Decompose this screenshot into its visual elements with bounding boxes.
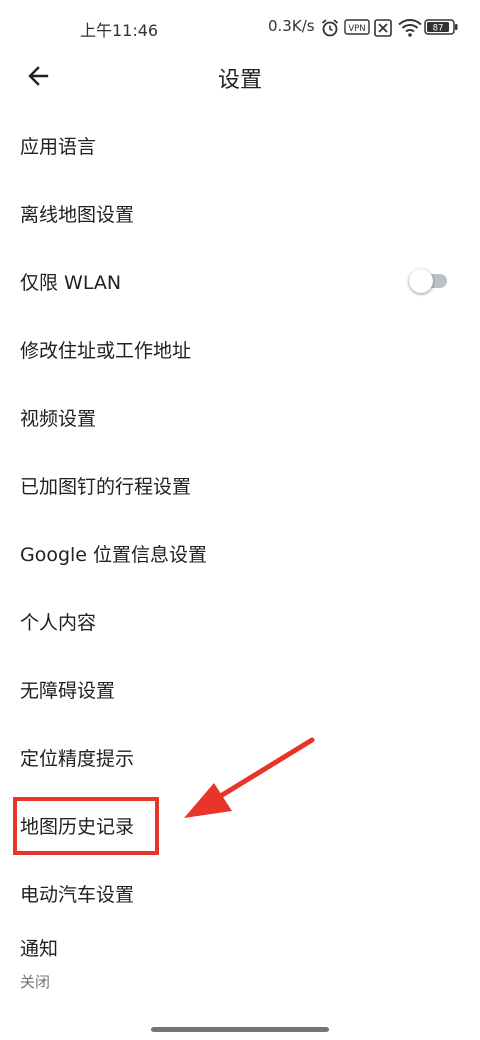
wifi-icon: [398, 19, 422, 37]
wifi-only-toggle[interactable]: [409, 267, 447, 293]
no-sim-icon: [374, 19, 392, 37]
settings-item-label: Google 位置信息设置: [20, 544, 208, 566]
status-time: 上午11:46: [80, 21, 159, 40]
settings-item-video[interactable]: 视频设置: [0, 382, 480, 450]
network-speed: 0.3K/s: [268, 17, 315, 35]
settings-item-label: 个人内容: [20, 612, 97, 634]
alarm-icon: [321, 19, 339, 37]
settings-item-notifications[interactable]: 通知 关闭: [0, 926, 480, 994]
settings-item-label: 修改住址或工作地址: [20, 340, 192, 362]
settings-item-label: 通知: [20, 938, 59, 960]
settings-item-pinned-trips[interactable]: 已加图钉的行程设置: [0, 450, 480, 518]
settings-item-edit-home-work[interactable]: 修改住址或工作地址: [0, 314, 480, 382]
settings-item-label: 无障碍设置: [20, 680, 116, 702]
settings-item-ev-settings[interactable]: 电动汽车设置: [0, 858, 480, 926]
battery-level: 87: [433, 24, 444, 34]
settings-item-label: 离线地图设置: [20, 204, 135, 226]
settings-item-sublabel: 关闭: [20, 973, 51, 991]
settings-item-accessibility[interactable]: 无障碍设置: [0, 654, 480, 722]
status-bar: 上午11:46 0.3K/s VPN 87: [0, 0, 480, 56]
settings-item-label: 电动汽车设置: [20, 884, 135, 906]
settings-item-label: 地图历史记录: [20, 816, 135, 838]
settings-item-app-language[interactable]: 应用语言: [0, 110, 480, 178]
app-bar: 设置: [0, 52, 480, 100]
settings-item-label: 视频设置: [20, 408, 97, 430]
settings-item-label: 已加图钉的行程设置: [20, 476, 192, 498]
settings-list: 应用语言 离线地图设置 仅限 WLAN 修改住址或工作地址 视频设置 已加图钉的…: [0, 110, 480, 994]
settings-item-location-accuracy[interactable]: 定位精度提示: [0, 722, 480, 790]
settings-item-label: 仅限 WLAN: [20, 272, 122, 294]
settings-item-label: 定位精度提示: [20, 748, 135, 770]
settings-item-wifi-only[interactable]: 仅限 WLAN: [0, 246, 480, 314]
settings-item-google-location[interactable]: Google 位置信息设置: [0, 518, 480, 586]
toggle-thumb: [409, 269, 433, 293]
settings-item-maps-history[interactable]: 地图历史记录: [0, 790, 480, 858]
vpn-label: VPN: [348, 24, 365, 34]
settings-item-personal-content[interactable]: 个人内容: [0, 586, 480, 654]
settings-item-label: 应用语言: [20, 136, 97, 158]
battery-icon: 87: [424, 19, 458, 35]
settings-item-offline-maps[interactable]: 离线地图设置: [0, 178, 480, 246]
vpn-icon: VPN: [344, 19, 370, 35]
home-indicator[interactable]: [151, 1027, 329, 1032]
page-title: 设置: [217, 68, 262, 93]
